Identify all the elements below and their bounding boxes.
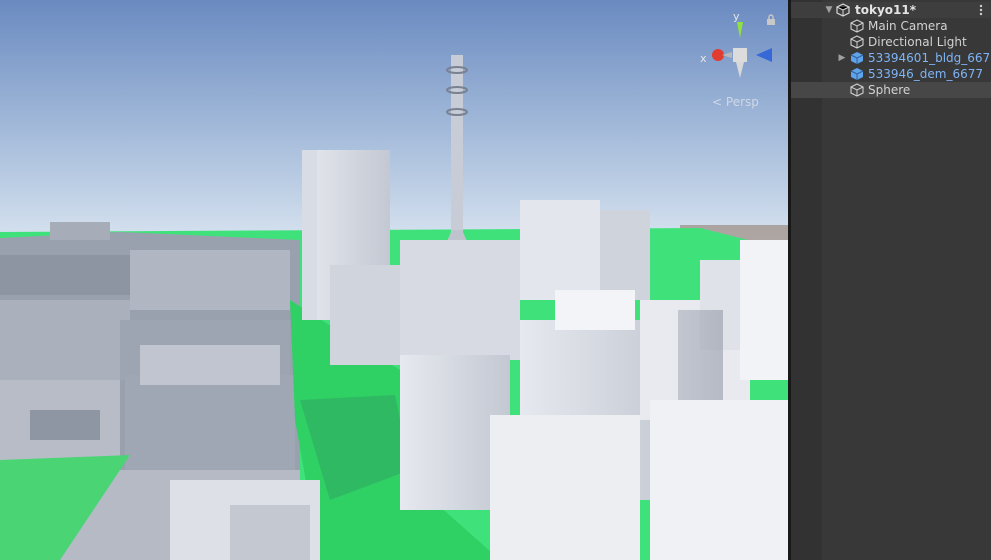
gameobject-cube-icon (850, 19, 864, 33)
building (400, 240, 520, 360)
item-label: Sphere (868, 83, 911, 97)
building (125, 375, 295, 485)
gameobject-cube-icon (850, 35, 864, 49)
building (520, 200, 600, 300)
building (490, 415, 640, 560)
hierarchy-item-directional-light[interactable]: Directional Light (791, 34, 991, 50)
building (50, 222, 110, 240)
building (0, 255, 140, 295)
gizmo-y-label: y (733, 10, 740, 23)
hierarchy-item-main-camera[interactable]: Main Camera (791, 18, 991, 34)
item-label: Directional Light (868, 35, 967, 49)
y-axis-cone[interactable] (737, 22, 743, 38)
prefab-cube-icon (850, 67, 864, 81)
gizmo-x-label: x (700, 52, 707, 65)
unity-scene-icon (836, 3, 850, 17)
chevron-down-icon[interactable]: ▼ (824, 2, 834, 18)
gameobject-cube-icon (850, 83, 864, 97)
city-3d-render[interactable] (0, 0, 788, 560)
neg-y-cone[interactable] (736, 62, 744, 78)
projection-toggle[interactable]: < Persp (712, 95, 759, 109)
hierarchy-item-sphere[interactable]: Sphere (791, 82, 991, 98)
tall-building-side (302, 150, 317, 320)
building (555, 290, 635, 330)
building (230, 505, 310, 560)
building (600, 210, 650, 300)
scene-name: tokyo11* (855, 3, 917, 17)
hierarchy-panel: ▼ tokyo11* Main Camera Directional Light… (791, 0, 991, 560)
item-label: 53394601_bldg_6677 (868, 51, 991, 65)
hierarchy-item-bldg[interactable]: ▶ 53394601_bldg_6677 (791, 50, 991, 66)
gizmo-center-cube[interactable] (733, 48, 747, 62)
z-axis-cone[interactable] (756, 48, 772, 62)
building (330, 265, 400, 365)
hierarchy-scene-row[interactable]: ▼ tokyo11* (791, 2, 991, 18)
chevron-right-icon[interactable]: ▶ (837, 50, 847, 66)
item-label: Main Camera (868, 19, 948, 33)
scene-view[interactable]: y x < Persp (0, 0, 788, 560)
building (0, 300, 130, 380)
prefab-cube-icon (850, 51, 864, 65)
building (130, 250, 290, 310)
projection-label: Persp (725, 95, 759, 109)
persp-icon: < (712, 95, 723, 109)
tv-tower (451, 55, 463, 245)
more-options-icon[interactable] (979, 4, 983, 16)
building (740, 240, 788, 380)
sky (0, 0, 788, 240)
item-label: 533946_dem_6677 (868, 67, 984, 81)
lock-icon[interactable] (766, 11, 776, 25)
building-shadow (678, 310, 723, 400)
building (30, 410, 100, 440)
building (650, 400, 788, 560)
building (140, 345, 280, 385)
hierarchy-item-dem[interactable]: 533946_dem_6677 (791, 66, 991, 82)
